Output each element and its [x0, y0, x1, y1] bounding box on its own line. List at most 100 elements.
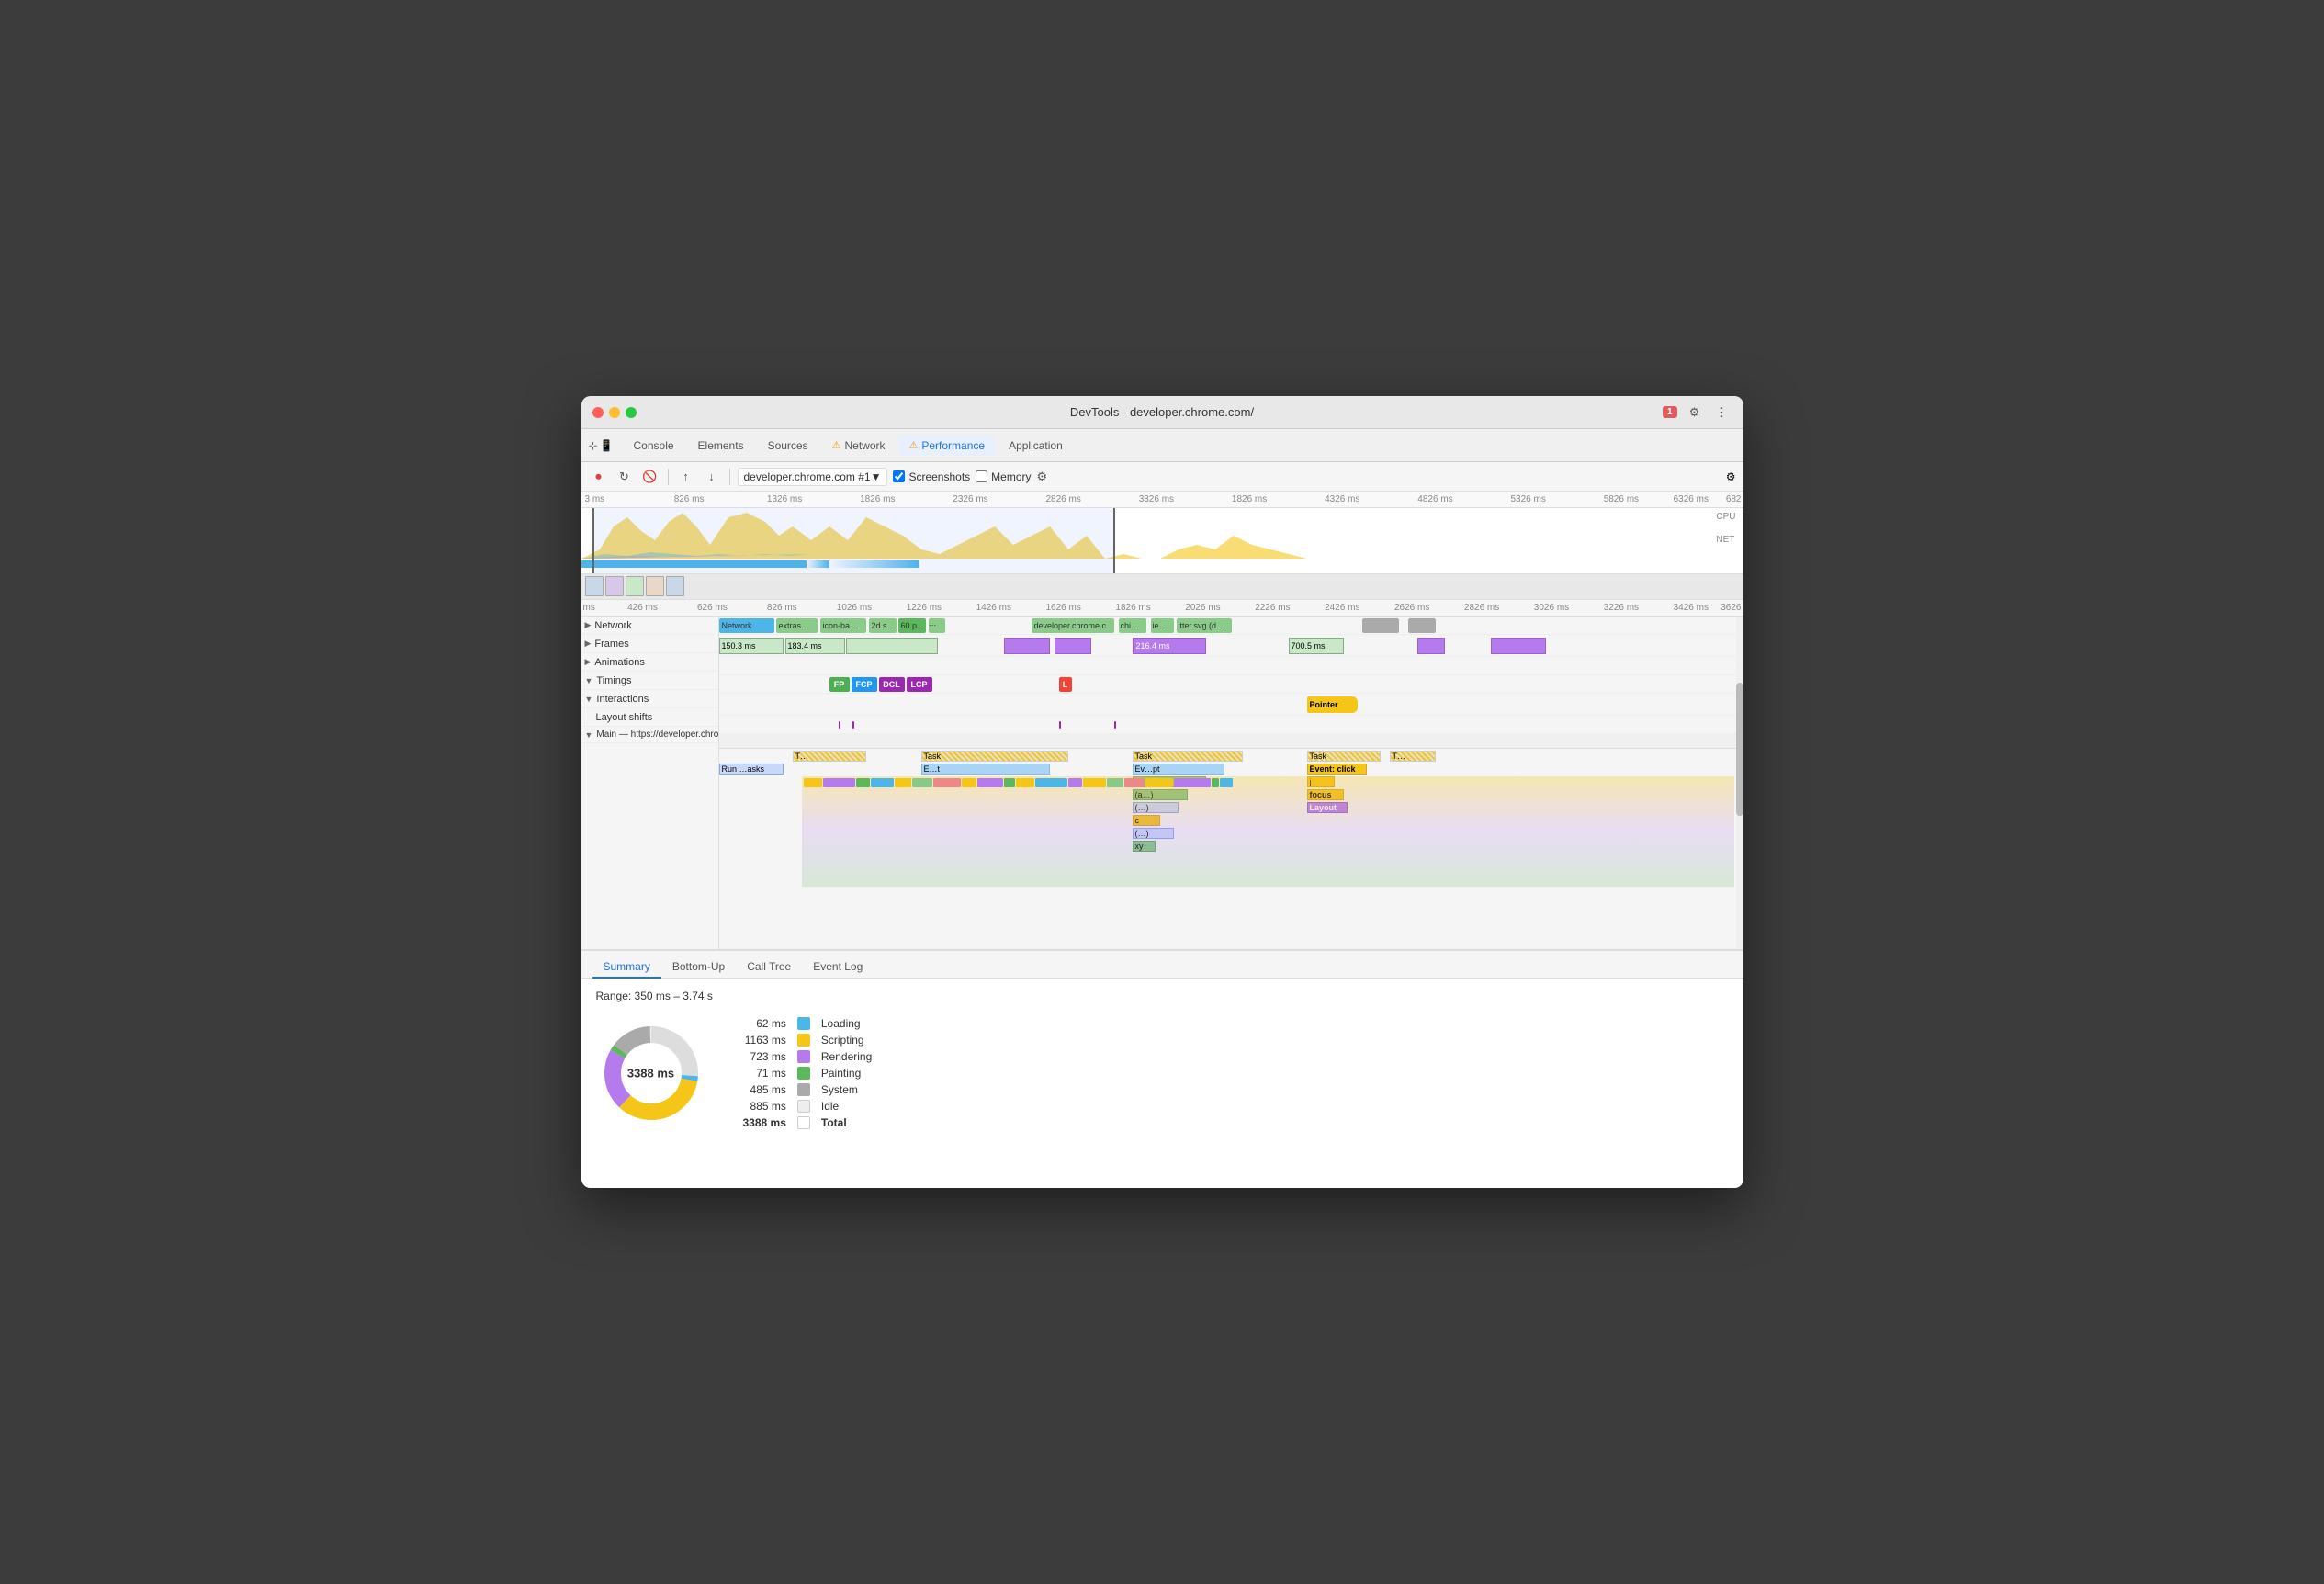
interaction-pointer[interactable]: Pointer [1307, 696, 1358, 713]
fb-18[interactable] [1174, 778, 1211, 787]
sidebar-animations-label: Animations [594, 657, 644, 668]
fb-17[interactable] [1145, 778, 1173, 787]
network-chip-network[interactable]: Network [719, 618, 774, 633]
settings-icon[interactable]: ⚙ [1685, 402, 1705, 423]
gear-icon[interactable]: ⚙ [1037, 470, 1048, 484]
network-chip-itter[interactable]: itter.svg (d… [1177, 618, 1232, 633]
run-microtasks[interactable]: Run …asks [719, 764, 784, 775]
sidebar-layout-shifts[interactable]: Layout shifts [581, 708, 718, 727]
network-chip-icon[interactable]: icon-ba… [820, 618, 866, 633]
task-right[interactable]: Task [1133, 751, 1243, 762]
fb-19[interactable] [1212, 778, 1219, 787]
memory-checkbox-label[interactable]: Memory [976, 470, 1031, 483]
fb-9[interactable] [977, 778, 1003, 787]
fb-3[interactable] [856, 778, 870, 787]
network-chip-ie[interactable]: ie… [1151, 618, 1174, 633]
fb-12[interactable] [1035, 778, 1067, 787]
scrollbar-thumb[interactable] [1736, 683, 1743, 816]
frame-chip-700[interactable]: 700.5 ms [1289, 638, 1344, 654]
fb-11[interactable] [1016, 778, 1034, 787]
timing-lcp[interactable]: LCP [907, 677, 932, 692]
main-scrollbar[interactable] [1736, 617, 1743, 949]
more-options-icon[interactable]: ⋮ [1712, 402, 1732, 423]
sidebar-interactions[interactable]: ▼ Interactions [581, 690, 718, 708]
network-chip-developer[interactable]: developer.chrome.c [1032, 618, 1114, 633]
network-chip-small[interactable]: … [929, 618, 945, 633]
tab-network[interactable]: ⚠ Network [821, 436, 897, 456]
tab-bottom-up[interactable]: Bottom-Up [661, 956, 736, 979]
frame-chip-216[interactable]: 216.4 ms [1133, 638, 1206, 654]
network-chip-far[interactable] [1362, 618, 1399, 633]
device-toolbar-icon[interactable]: 📱 [600, 439, 614, 452]
network-chip-60p[interactable]: 60.p… [898, 618, 926, 633]
timing-fp[interactable]: FP [829, 677, 850, 692]
screenshots-checkbox-label[interactable]: Screenshots [893, 470, 970, 483]
selection-overlay[interactable] [592, 508, 1115, 573]
record-button[interactable]: ⏺ [589, 467, 609, 487]
fb-20[interactable] [1220, 778, 1233, 787]
fb-10[interactable] [1004, 778, 1015, 787]
frame-chip-purple-far2[interactable] [1491, 638, 1546, 654]
upload-button[interactable]: ↑ [676, 467, 696, 487]
event-click[interactable]: Event: click [1307, 764, 1367, 775]
url-display[interactable]: developer.chrome.com #1▼ [738, 468, 888, 486]
sr-2226: 2226 ms [1255, 603, 1290, 613]
event-evpt[interactable]: Ev…pt [1133, 764, 1224, 775]
timing-fcp[interactable]: FCP [852, 677, 877, 692]
tab-performance[interactable]: ⚠ Performance [898, 436, 997, 456]
error-count[interactable]: 1 [1663, 406, 1677, 418]
sidebar-main-thread[interactable]: ▼ Main — https://developer.chrome.com/ [581, 727, 718, 743]
tab-application[interactable]: Application [998, 436, 1074, 456]
fb-7[interactable] [933, 778, 961, 787]
fb-6[interactable] [912, 778, 932, 787]
tab-console[interactable]: Console [623, 436, 685, 456]
fb-8[interactable] [962, 778, 976, 787]
minimize-button[interactable] [609, 407, 620, 418]
fb-16[interactable] [1124, 778, 1145, 787]
frame-chip-3[interactable] [846, 638, 938, 654]
tab-summary[interactable]: Summary [592, 956, 661, 979]
tab-event-log[interactable]: Event Log [802, 956, 874, 979]
download-button[interactable]: ↓ [702, 467, 722, 487]
frame-chip-1[interactable]: 150.3 ms [719, 638, 784, 654]
main-thread-flamegraph[interactable]: T… Task Task Task T… E…t Ev…pt Event: cl… [719, 749, 1743, 949]
task-far[interactable]: Task [1307, 751, 1381, 762]
task-t[interactable]: T… [793, 751, 866, 762]
fb-13[interactable] [1068, 778, 1082, 787]
task-far2[interactable]: T… [1390, 751, 1436, 762]
close-button[interactable] [592, 407, 604, 418]
fb-4[interactable] [871, 778, 894, 787]
fb-2[interactable] [823, 778, 855, 787]
clear-button[interactable]: 🚫 [640, 467, 660, 487]
timing-l[interactable]: L [1059, 677, 1072, 692]
network-chip-extras[interactable]: extras… [776, 618, 818, 633]
screenshots-checkbox[interactable] [893, 470, 905, 482]
fb-1[interactable] [804, 778, 822, 787]
sidebar-animations[interactable]: ▶ Animations [581, 653, 718, 672]
tab-call-tree[interactable]: Call Tree [736, 956, 802, 979]
task-main[interactable]: Task [921, 751, 1068, 762]
frame-chip-2[interactable]: 183.4 ms [785, 638, 845, 654]
sidebar-network[interactable]: ▶ Network [581, 617, 718, 635]
event-et[interactable]: E…t [921, 764, 1050, 775]
fb-14[interactable] [1083, 778, 1106, 787]
network-chip-chi[interactable]: chi… [1119, 618, 1146, 633]
reload-button[interactable]: ↻ [615, 467, 635, 487]
network-chip-far2[interactable] [1408, 618, 1436, 633]
tab-sources[interactable]: Sources [757, 436, 819, 456]
fb-5[interactable] [895, 778, 911, 787]
cursor-tool-icon[interactable]: ⊹ [589, 439, 598, 452]
tab-elements[interactable]: Elements [687, 436, 755, 456]
memory-checkbox[interactable] [976, 470, 987, 482]
maximize-button[interactable] [626, 407, 637, 418]
frame-chip-purple-far[interactable] [1417, 638, 1445, 654]
frame-chip-purple-1[interactable] [1004, 638, 1050, 654]
timing-dcl[interactable]: DCL [879, 677, 905, 692]
cpu-net-chart[interactable]: CPU NET [581, 508, 1743, 573]
fb-15[interactable] [1107, 778, 1123, 787]
frame-chip-purple-2[interactable] [1055, 638, 1091, 654]
sidebar-timings[interactable]: ▼ Timings [581, 672, 718, 690]
sidebar-frames[interactable]: ▶ Frames [581, 635, 718, 653]
network-chip-2ds[interactable]: 2d.s… [869, 618, 897, 633]
top-right-gear[interactable]: ⚙ [1726, 470, 1736, 483]
